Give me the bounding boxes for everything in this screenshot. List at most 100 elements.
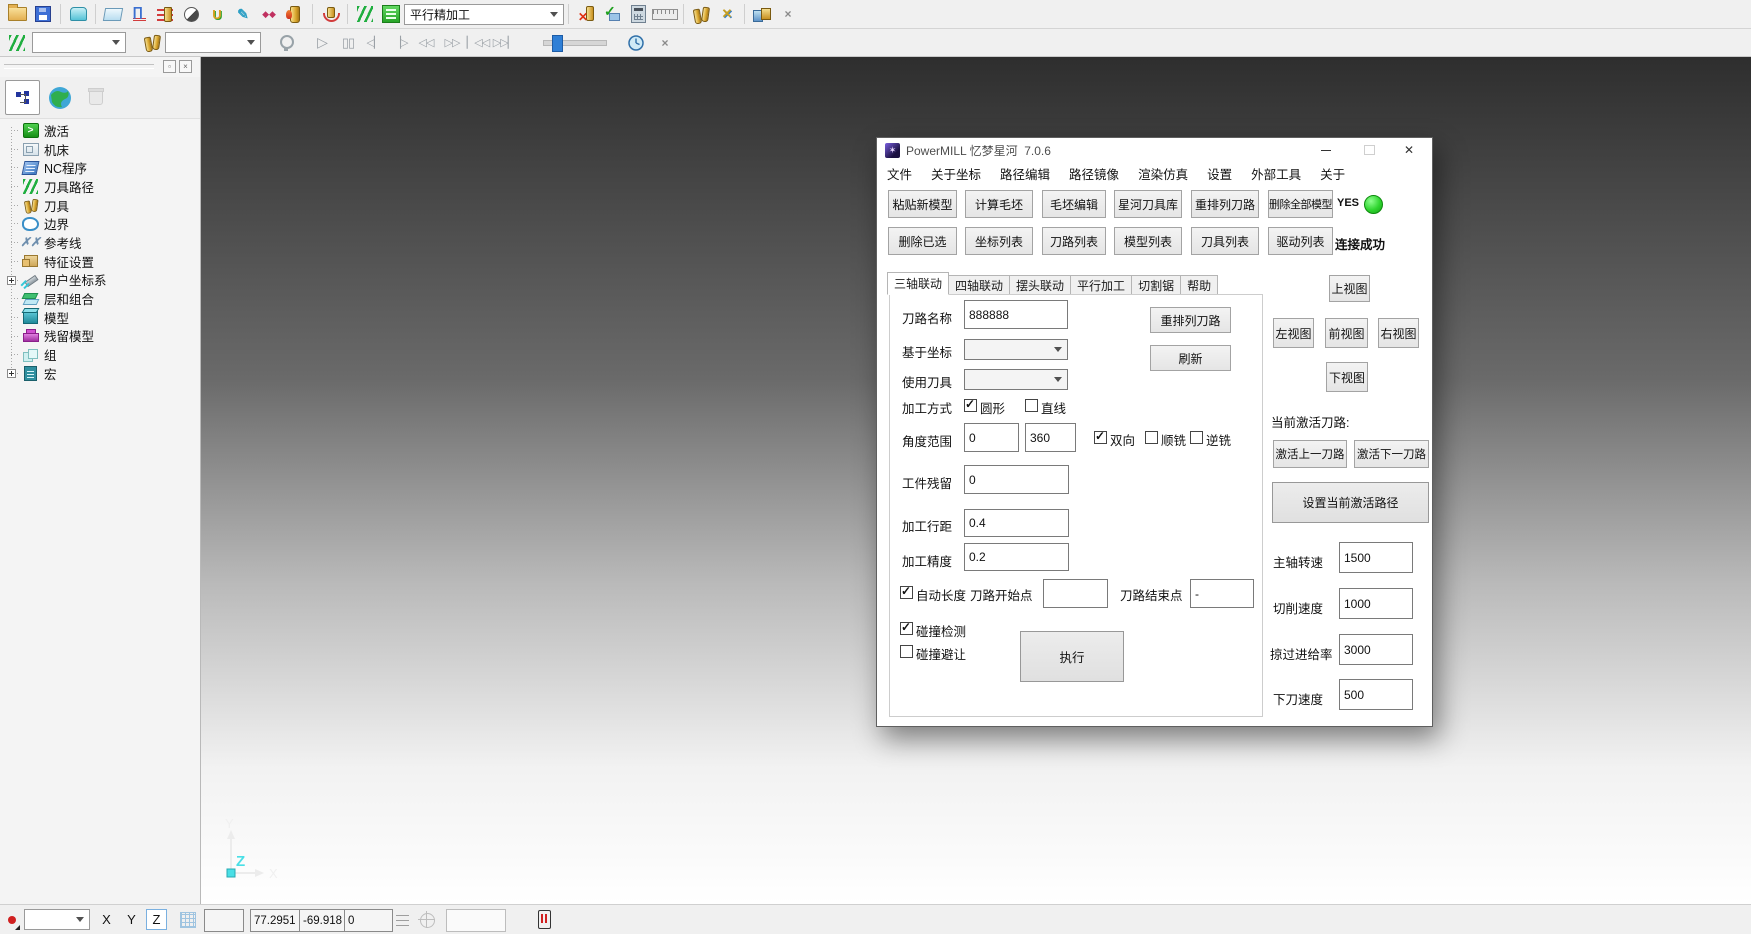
tree-item-stock-model[interactable]: 残留模型 <box>0 327 200 346</box>
close-toolbar-icon[interactable]: × <box>653 31 677 55</box>
set-active-path-button[interactable]: 设置当前激活路径 <box>1272 482 1429 523</box>
tree-item-group[interactable]: 组 <box>0 345 200 364</box>
skim-feed-input[interactable] <box>1339 634 1413 665</box>
float-panel-icon[interactable]: ▫ <box>163 60 176 73</box>
tolerance-field[interactable] <box>446 909 506 932</box>
delete-selected-button[interactable]: 删除已选 <box>888 227 957 255</box>
move-arrows-icon[interactable]: ✕ <box>715 2 739 26</box>
menu-coords[interactable]: 关于坐标 <box>928 164 984 183</box>
climb-checkbox[interactable] <box>1145 431 1158 444</box>
open-icon[interactable] <box>5 2 29 26</box>
close-toolbar-icon[interactable]: × <box>776 2 800 26</box>
drive-list-button[interactable]: 驱动列表 <box>1268 227 1333 255</box>
menu-path-edit[interactable]: 路径编辑 <box>997 164 1053 183</box>
slider-handle[interactable] <box>552 35 563 52</box>
trash-tab[interactable] <box>79 81 112 114</box>
auto-length-checkbox[interactable] <box>900 586 913 599</box>
ruler-icon[interactable] <box>652 2 678 26</box>
tree-item-nc-program[interactable]: NC程序 <box>0 158 200 177</box>
marker-dropdown-button[interactable] <box>3 908 21 932</box>
coord-x-field[interactable] <box>250 909 303 932</box>
simulate-icon[interactable] <box>283 2 307 26</box>
close-panel-icon[interactable]: × <box>179 60 192 73</box>
feed-rate-icon[interactable] <box>153 2 177 26</box>
collision-avoid-checkbox[interactable] <box>900 645 913 658</box>
view-right-button[interactable]: 右视图 <box>1378 318 1419 348</box>
collision-check-icon[interactable] <box>318 2 342 26</box>
save-icon[interactable] <box>31 2 55 26</box>
calc-block-button[interactable]: 计算毛坯 <box>965 190 1033 218</box>
step-forward-icon[interactable]: ▕▷ <box>388 31 412 55</box>
fast-forward-icon[interactable]: ▷▷ <box>440 31 464 55</box>
pattern-icon[interactable]: ◆◆ <box>257 2 281 26</box>
globe-tab[interactable] <box>43 81 76 114</box>
models-icon[interactable] <box>750 2 774 26</box>
workplane-target-icon[interactable] <box>420 913 435 928</box>
drag-grip[interactable] <box>4 64 154 69</box>
tab-3axis[interactable]: 三轴联动 <box>887 272 949 295</box>
coord-y-field[interactable] <box>299 909 349 932</box>
stock-check-icon[interactable] <box>600 2 624 26</box>
view-front-button[interactable]: 前视图 <box>1325 318 1368 348</box>
rapid-heights-icon[interactable]: ∏ <box>127 2 151 26</box>
stock-remain-input[interactable] <box>964 465 1069 494</box>
menu-file[interactable]: 文件 <box>884 164 915 183</box>
tree-view-tab[interactable] <box>5 80 40 115</box>
conventional-checkbox[interactable] <box>1190 431 1203 444</box>
clock-icon[interactable] <box>627 34 645 52</box>
model-list-button[interactable]: 模型列表 <box>1114 227 1182 255</box>
lightbulb-icon[interactable] <box>275 31 299 55</box>
block-edit-button[interactable]: 毛坯编辑 <box>1042 190 1106 218</box>
block-icon[interactable] <box>101 2 125 26</box>
tree-item-workplane[interactable]: 用户坐标系 <box>0 271 200 290</box>
collision-check-checkbox[interactable] <box>900 622 913 635</box>
tool-delete-icon[interactable] <box>574 2 598 26</box>
tree-item-boundary[interactable]: 边界 <box>0 214 200 233</box>
tree-item-toolpath[interactable]: 刀具路径 <box>0 177 200 196</box>
based-coord-dropdown[interactable] <box>964 339 1068 360</box>
grid-size-field[interactable] <box>204 909 244 932</box>
execute-button[interactable]: 执行 <box>1020 631 1124 682</box>
cutting-speed-input[interactable] <box>1339 588 1413 619</box>
tool-library-button[interactable]: 星河刀具库 <box>1114 190 1182 218</box>
tool-shaded-icon[interactable] <box>179 2 203 26</box>
view-left-button[interactable]: 左视图 <box>1273 318 1314 348</box>
pause-icon[interactable]: ▯▯ <box>336 31 360 55</box>
minimize-button[interactable] <box>1306 138 1346 162</box>
tree-item-activate[interactable]: > 激活 <box>0 121 200 140</box>
xyz-list-icon[interactable] <box>396 912 409 926</box>
activate-next-button[interactable]: 激活下一刀路 <box>1354 440 1429 468</box>
workplane-dropdown[interactable] <box>24 909 90 930</box>
workplane-edit-icon[interactable]: ✎ <box>231 2 255 26</box>
tree-item-levels[interactable]: 层和组合 <box>0 289 200 308</box>
play-icon[interactable]: ▷ <box>310 31 334 55</box>
calculator-icon[interactable] <box>626 2 650 26</box>
tree-item-machine[interactable]: 机床 <box>0 140 200 159</box>
toolpath-list-button[interactable]: 刀路列表 <box>1042 227 1106 255</box>
axis-y-button[interactable]: Y <box>121 909 142 930</box>
coord-list-button[interactable]: 坐标列表 <box>965 227 1033 255</box>
activate-prev-button[interactable]: 激活上一刀路 <box>1273 440 1347 468</box>
step-back-icon[interactable]: ◁▏ <box>362 31 386 55</box>
tab-parallel[interactable]: 平行加工 <box>1071 275 1132 295</box>
menu-settings[interactable]: 设置 <box>1204 164 1235 183</box>
progress-slider[interactable] <box>543 40 607 46</box>
menu-path-mirror[interactable]: 路径镜像 <box>1066 164 1122 183</box>
phone-pause-icon[interactable] <box>538 910 551 929</box>
axis-z-button[interactable]: Z <box>146 909 167 930</box>
refresh-button[interactable]: 刷新 <box>1150 345 1231 371</box>
leads-links-icon[interactable]: U <box>205 2 229 26</box>
use-tool-dropdown[interactable] <box>964 369 1068 390</box>
plunge-speed-input[interactable] <box>1339 679 1413 710</box>
grid-toggle-button[interactable] <box>176 908 200 932</box>
go-start-icon[interactable]: ▏◁◁ <box>466 31 490 55</box>
tab-help[interactable]: 帮助 <box>1181 275 1218 295</box>
tree-item-tool[interactable]: 刀具 <box>0 196 200 215</box>
menu-render-sim[interactable]: 渲染仿真 <box>1135 164 1191 183</box>
strategy-dropdown[interactable]: 平行精加工 <box>404 4 564 25</box>
tool-list-button[interactable]: 刀具列表 <box>1191 227 1259 255</box>
strategy-list-icon[interactable] <box>379 2 403 26</box>
tree-item-feature-set[interactable]: 特征设置 <box>0 252 200 271</box>
tolerance-input[interactable] <box>964 543 1069 571</box>
axis-x-button[interactable]: X <box>96 909 117 930</box>
